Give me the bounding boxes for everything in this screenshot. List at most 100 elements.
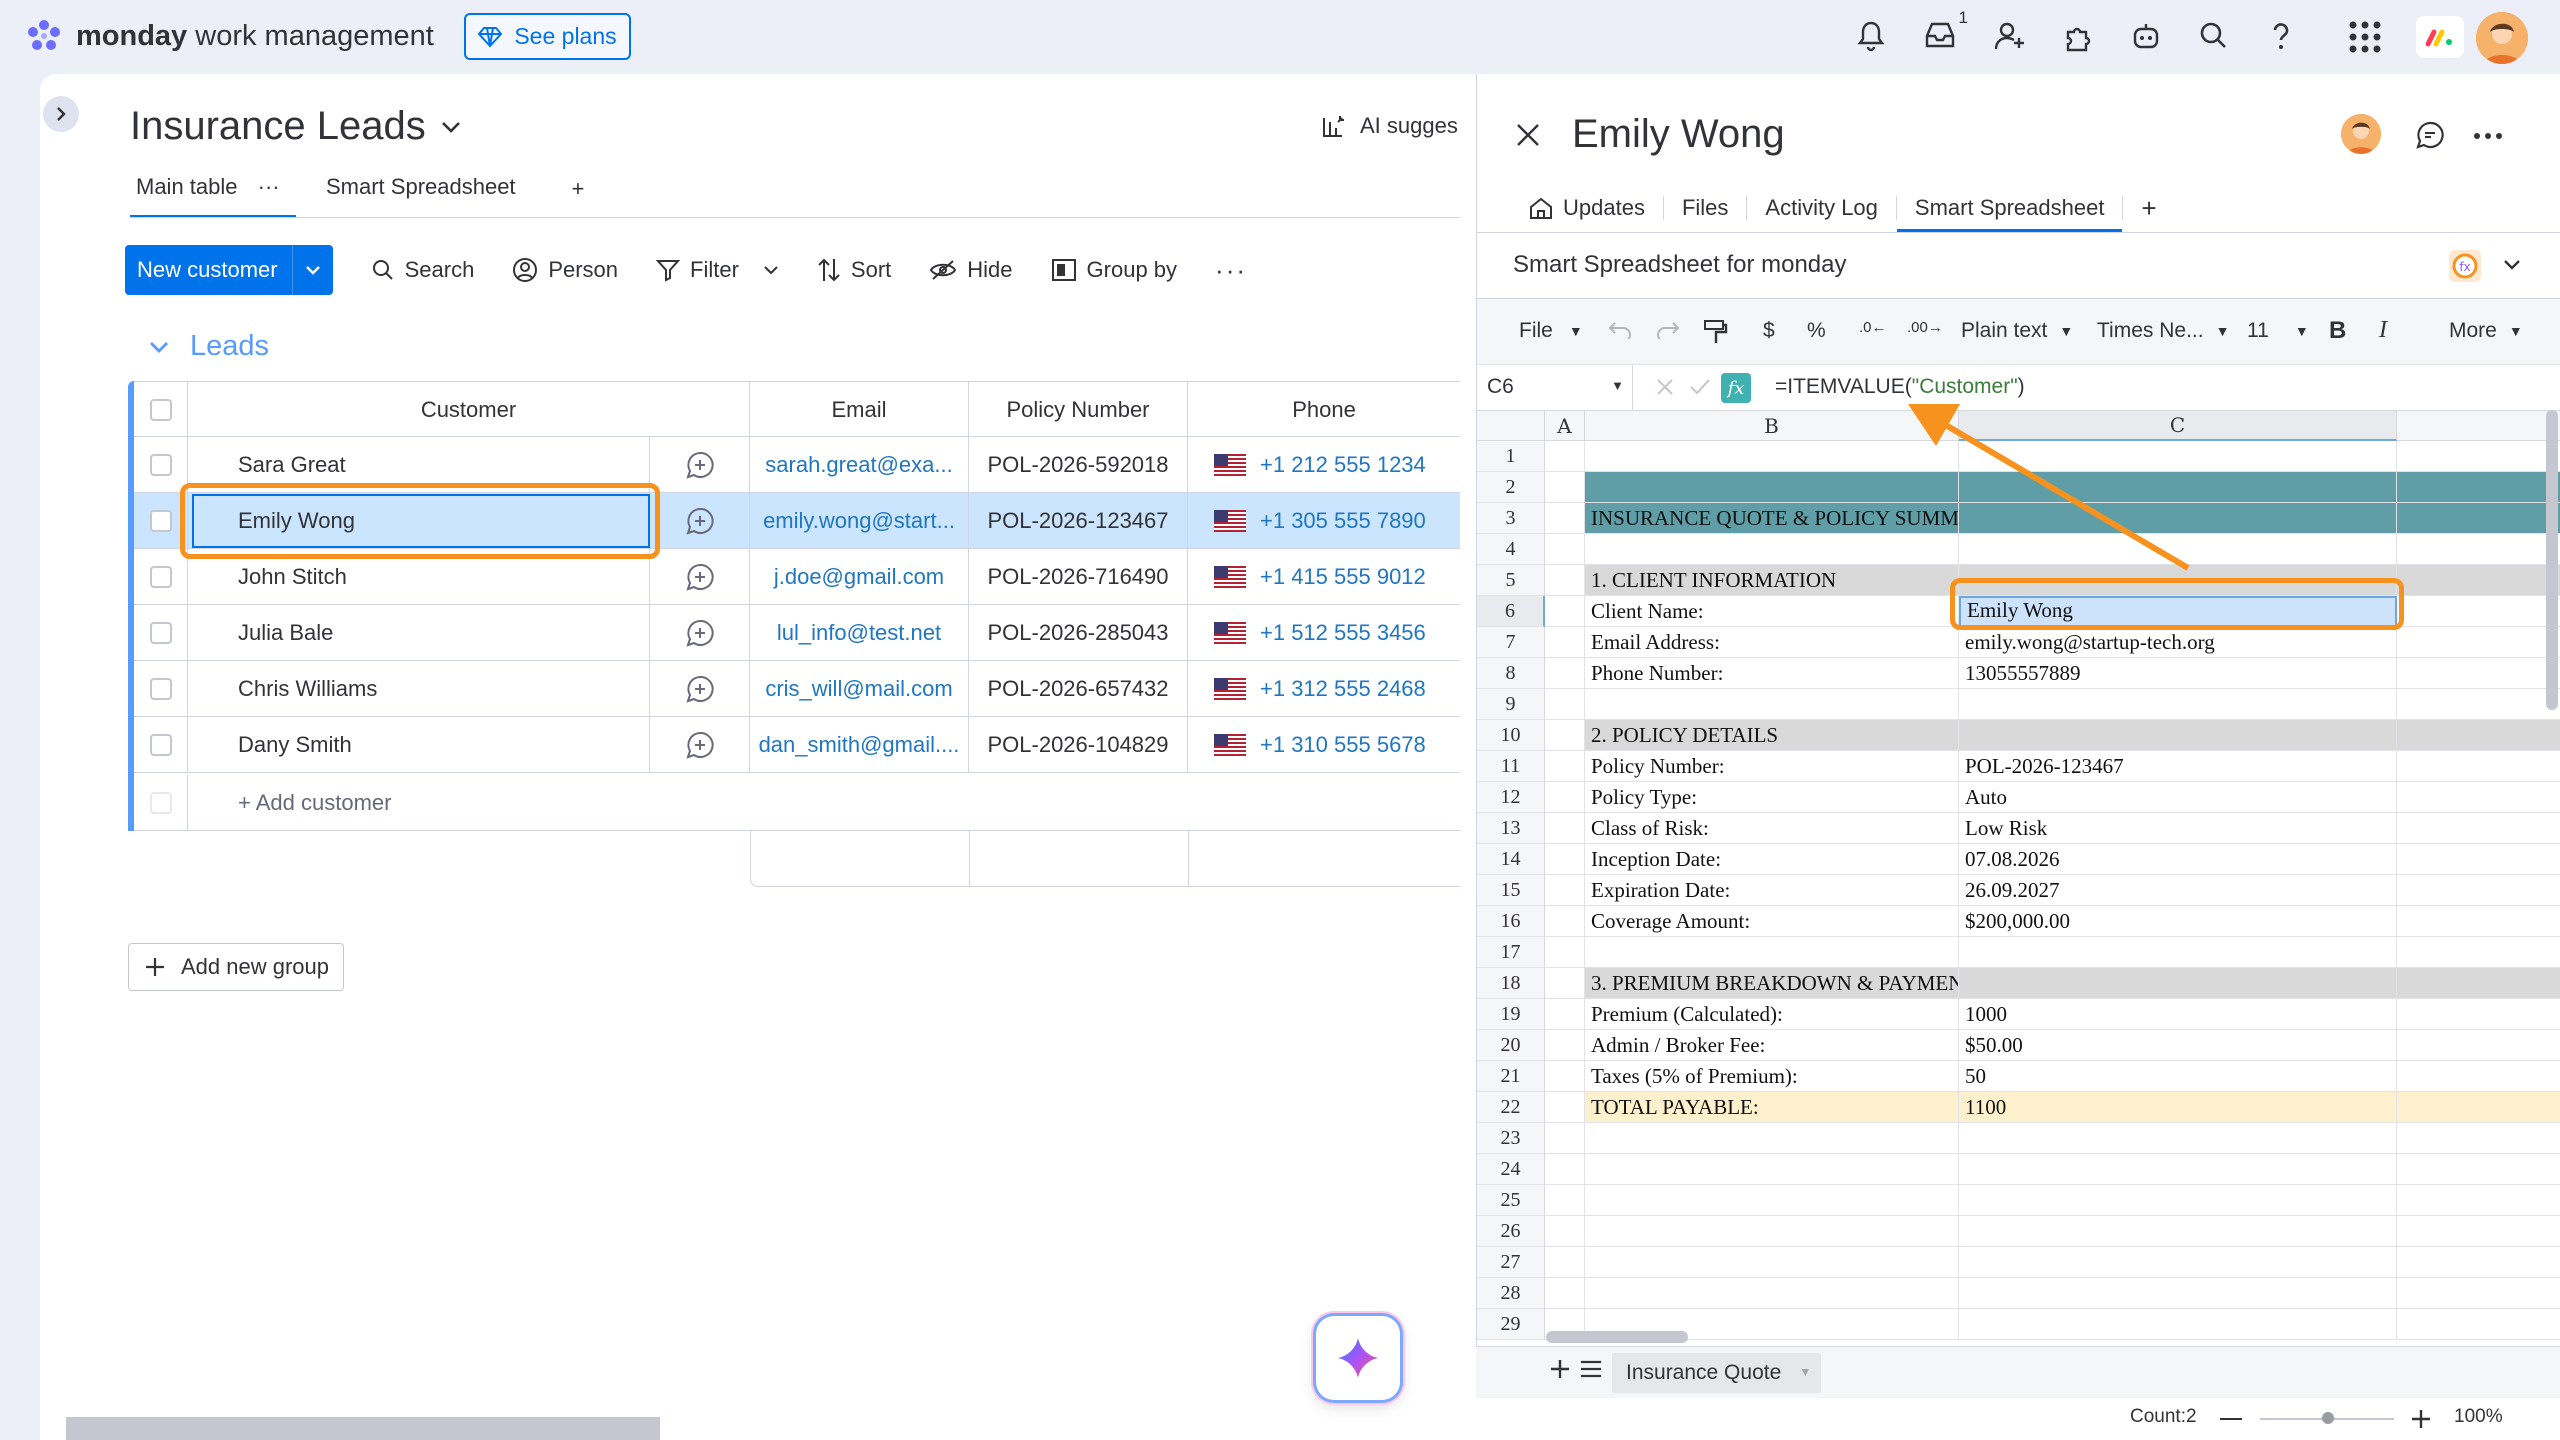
decrease-decimal-icon[interactable]: .0← bbox=[1859, 319, 1887, 336]
board-title[interactable]: Insurance Leads bbox=[130, 104, 462, 149]
cell-d[interactable] bbox=[2397, 1061, 2560, 1092]
cell-c[interactable]: 1000 bbox=[1959, 999, 2397, 1030]
add-update-cell[interactable] bbox=[650, 717, 750, 773]
add-sheet-icon[interactable] bbox=[1548, 1357, 1572, 1381]
add-new-group-button[interactable]: Add new group bbox=[128, 943, 344, 991]
cell-d[interactable] bbox=[2397, 1154, 2560, 1185]
row-number[interactable]: 11 bbox=[1477, 751, 1545, 782]
email-cell[interactable]: dan_smith@gmail.... bbox=[750, 717, 969, 773]
cell-d[interactable] bbox=[2397, 720, 2560, 751]
cell-a[interactable] bbox=[1545, 658, 1585, 689]
cell-b[interactable] bbox=[1585, 689, 1959, 720]
add-customer-input[interactable]: + Add customer bbox=[188, 775, 1460, 831]
row-number[interactable]: 12 bbox=[1477, 782, 1545, 813]
column-header-b[interactable]: B bbox=[1585, 411, 1959, 441]
cell-d[interactable] bbox=[2397, 1216, 2560, 1247]
cell-a[interactable] bbox=[1545, 875, 1585, 906]
cell-b[interactable]: Client Name: bbox=[1585, 596, 1959, 627]
cell-c[interactable]: $50.00 bbox=[1959, 1030, 2397, 1061]
cell-c[interactable] bbox=[1959, 472, 2397, 503]
phone-number[interactable]: +1 305 555 7890 bbox=[1260, 508, 1426, 534]
group-by-button[interactable]: Group by bbox=[1051, 257, 1177, 283]
email-cell[interactable]: sarah.great@exa... bbox=[750, 437, 969, 493]
chevron-down-icon[interactable] bbox=[148, 340, 170, 354]
email-link[interactable]: sarah.great@exa... bbox=[765, 452, 952, 478]
email-link[interactable]: dan_smith@gmail.... bbox=[759, 732, 960, 758]
cell-a[interactable] bbox=[1545, 720, 1585, 751]
cell-d[interactable] bbox=[2397, 689, 2560, 720]
email-cell[interactable]: lul_info@test.net bbox=[750, 605, 969, 661]
cell-c[interactable]: Auto bbox=[1959, 782, 2397, 813]
spreadsheet-app-icon[interactable]: fx bbox=[2447, 248, 2483, 284]
add-customer-row[interactable]: + Add customer bbox=[134, 775, 1460, 831]
horizontal-scrollbar[interactable] bbox=[66, 1417, 660, 1440]
new-customer-dropdown[interactable] bbox=[293, 245, 333, 295]
email-cell[interactable]: cris_will@mail.com bbox=[750, 661, 969, 717]
currency-format-button[interactable]: $ bbox=[1763, 319, 1775, 343]
cell-b[interactable]: 2. POLICY DETAILS bbox=[1585, 720, 1959, 751]
zoom-out-icon[interactable] bbox=[2220, 1418, 2242, 1420]
cell-b[interactable]: 3. PREMIUM BREAKDOWN & PAYMENT bbox=[1585, 968, 1959, 999]
ai-bot-icon[interactable] bbox=[2130, 20, 2166, 56]
phone-cell[interactable]: +1 512 555 3456 bbox=[1188, 605, 1460, 661]
cell-a[interactable] bbox=[1545, 968, 1585, 999]
file-menu[interactable]: File ▼ bbox=[1519, 319, 1583, 343]
invite-members-icon[interactable] bbox=[1994, 20, 2030, 56]
cancel-edit-icon[interactable] bbox=[1655, 377, 1675, 397]
cell-a[interactable] bbox=[1545, 627, 1585, 658]
more-tools-button[interactable]: More ▼ bbox=[2449, 319, 2523, 343]
tab-smart-spreadsheet[interactable]: Smart Spreadsheet bbox=[1896, 184, 2123, 232]
cell-a[interactable] bbox=[1545, 1216, 1585, 1247]
tab-smart-spreadsheet[interactable]: Smart Spreadsheet bbox=[320, 168, 522, 218]
add-update-cell[interactable] bbox=[650, 549, 750, 605]
row-number[interactable]: 16 bbox=[1477, 906, 1545, 937]
email-cell[interactable]: j.doe@gmail.com bbox=[750, 549, 969, 605]
chat-icon[interactable] bbox=[2415, 120, 2445, 150]
email-link[interactable]: cris_will@mail.com bbox=[765, 676, 952, 702]
add-tab-button[interactable]: + bbox=[2123, 184, 2174, 232]
policy-number-cell[interactable]: POL-2026-592018 bbox=[969, 437, 1188, 493]
phone-number[interactable]: +1 512 555 3456 bbox=[1260, 620, 1426, 646]
app-menu-chevron-icon[interactable] bbox=[2503, 259, 2521, 271]
cell-d[interactable] bbox=[2397, 441, 2560, 472]
cell-a[interactable] bbox=[1545, 813, 1585, 844]
row-number[interactable]: 6 bbox=[1477, 596, 1545, 627]
see-plans-button[interactable]: See plans bbox=[464, 13, 631, 60]
row-number[interactable]: 13 bbox=[1477, 813, 1545, 844]
email-link[interactable]: j.doe@gmail.com bbox=[774, 564, 944, 590]
cell-d[interactable] bbox=[2397, 813, 2560, 844]
row-number[interactable]: 7 bbox=[1477, 627, 1545, 658]
cell-b[interactable] bbox=[1585, 441, 1959, 472]
phone-cell[interactable]: +1 312 555 2468 bbox=[1188, 661, 1460, 717]
search-icon[interactable] bbox=[2198, 20, 2234, 56]
expand-sidebar-button[interactable] bbox=[43, 96, 79, 132]
increase-decimal-icon[interactable]: .00→ bbox=[1907, 319, 1943, 336]
add-update-cell[interactable] bbox=[650, 661, 750, 717]
column-header-a[interactable]: A bbox=[1545, 411, 1585, 441]
phone-cell[interactable]: +1 415 555 9012 bbox=[1188, 549, 1460, 605]
cell-b[interactable]: Premium (Calculated): bbox=[1585, 999, 1959, 1030]
monday-products-icon[interactable] bbox=[2416, 16, 2464, 58]
cell-d[interactable] bbox=[2397, 906, 2560, 937]
row-number[interactable]: 2 bbox=[1477, 472, 1545, 503]
cell-c[interactable] bbox=[1959, 1123, 2397, 1154]
cell-b[interactable]: Class of Risk: bbox=[1585, 813, 1959, 844]
function-icon[interactable]: fx bbox=[1721, 373, 1751, 403]
cell-d[interactable] bbox=[2397, 1247, 2560, 1278]
cell-c[interactable]: emily.wong@startup-tech.org bbox=[1959, 627, 2397, 658]
tab-files[interactable]: Files bbox=[1664, 184, 1746, 232]
cell-b[interactable] bbox=[1585, 937, 1959, 968]
add-update-cell[interactable] bbox=[650, 605, 750, 661]
email-link[interactable]: emily.wong@start... bbox=[763, 508, 955, 534]
cell-d[interactable] bbox=[2397, 782, 2560, 813]
add-update-cell[interactable] bbox=[650, 437, 750, 493]
email-cell[interactable]: emily.wong@start... bbox=[750, 493, 969, 549]
cell-d[interactable] bbox=[2397, 937, 2560, 968]
cell-d[interactable] bbox=[2397, 658, 2560, 689]
group-title[interactable]: Leads bbox=[148, 330, 269, 363]
cell-b[interactable]: 1. CLIENT INFORMATION bbox=[1585, 565, 1959, 596]
column-header-policy[interactable]: Policy Number bbox=[969, 382, 1188, 438]
add-update-icon[interactable] bbox=[685, 451, 714, 479]
cell-a[interactable] bbox=[1545, 1154, 1585, 1185]
cell-a[interactable] bbox=[1545, 751, 1585, 782]
